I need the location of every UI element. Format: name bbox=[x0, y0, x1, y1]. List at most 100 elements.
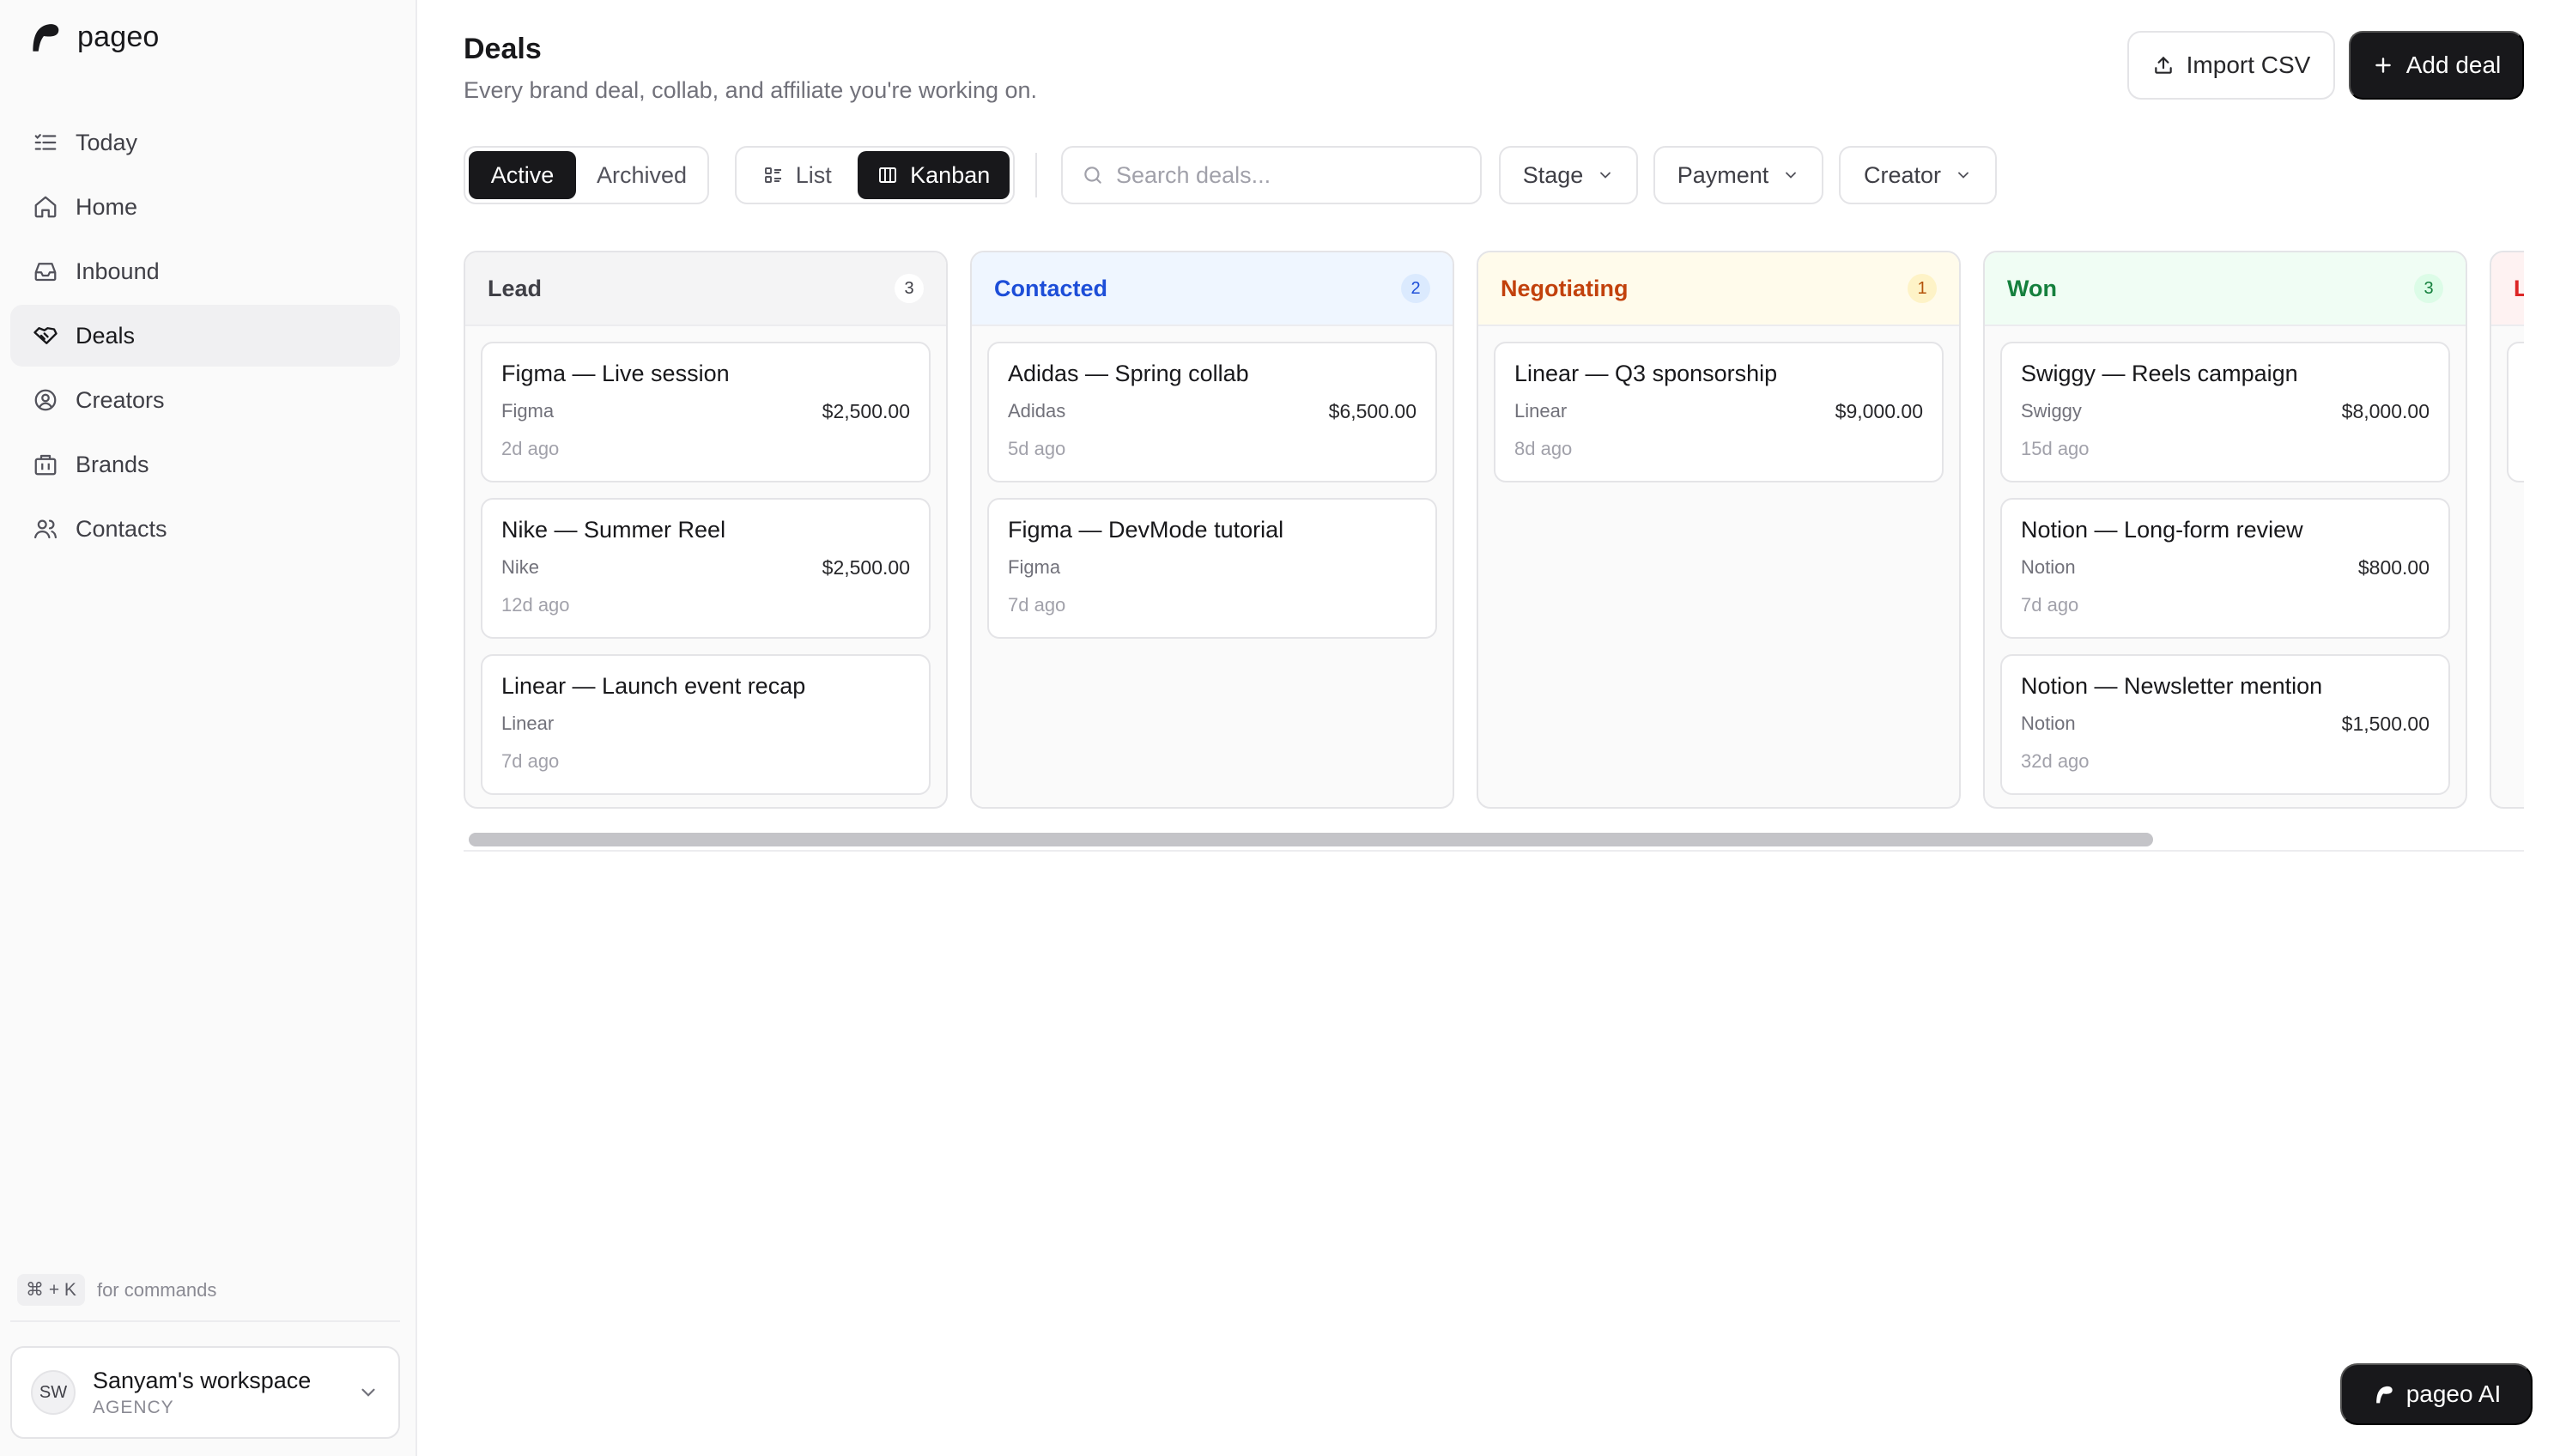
deal-card[interactable]: Notion — Newsletter mention Notion $1,50… bbox=[2000, 654, 2450, 795]
tab-label: Archived bbox=[597, 161, 688, 188]
deal-age: 8d ago bbox=[1514, 438, 1573, 459]
search-box[interactable] bbox=[1061, 146, 1482, 204]
column-count: 1 bbox=[1908, 274, 1937, 303]
workspace-info: Sanyam's workspace AGENCY bbox=[93, 1368, 340, 1418]
logo[interactable]: pageo bbox=[26, 19, 160, 55]
deal-brand: Adidas bbox=[1008, 400, 1066, 422]
scrollbar-thumb[interactable] bbox=[469, 833, 2153, 846]
sidebar-item-label: Today bbox=[76, 129, 138, 155]
filter-label: Stage bbox=[1522, 161, 1584, 188]
deal-brand: Notion bbox=[2021, 556, 2076, 578]
tab-archived[interactable]: Archived bbox=[579, 151, 704, 199]
sidebar-divider bbox=[10, 1320, 400, 1322]
sidebar-item-label: Creators bbox=[76, 386, 165, 413]
deal-title: Figma — Live session bbox=[501, 361, 730, 386]
payment-filter[interactable]: Payment bbox=[1653, 146, 1823, 204]
deal-card[interactable]: Notion — Long-form review Notion $800.00… bbox=[2000, 498, 2450, 639]
deal-brand: Figma bbox=[501, 400, 555, 422]
list-view-icon bbox=[764, 167, 781, 183]
card-list bbox=[2491, 326, 2524, 482]
horizontal-scrollbar[interactable] bbox=[464, 829, 2524, 852]
sidebar-item-creators[interactable]: Creators bbox=[10, 369, 400, 431]
column-title: L bbox=[2514, 276, 2524, 302]
deal-card[interactable] bbox=[2507, 342, 2524, 482]
tab-kanban-view[interactable]: Kanban bbox=[858, 151, 1010, 199]
sidebar-item-label: Contacts bbox=[76, 515, 167, 542]
deal-card[interactable]: Linear — Q3 sponsorship Linear $9,000.00… bbox=[1494, 342, 1944, 482]
deal-title: Adidas — Spring collab bbox=[1008, 361, 1249, 386]
column-header: Lead 3 bbox=[465, 252, 946, 326]
kanban-icon bbox=[879, 167, 897, 183]
pageo-ai-label: pageo AI bbox=[2405, 1380, 2502, 1407]
tab-active[interactable]: Active bbox=[469, 151, 577, 199]
filter-label: Payment bbox=[1677, 161, 1769, 188]
user-circle-icon bbox=[34, 389, 57, 411]
workspace-role: AGENCY bbox=[93, 1397, 174, 1417]
deal-title: Linear — Launch event recap bbox=[501, 673, 806, 699]
deal-age: 7d ago bbox=[2021, 594, 2079, 616]
command-hint: ⌘ + K for commands bbox=[17, 1274, 216, 1306]
column-count: 3 bbox=[2414, 274, 2443, 303]
main-content: Deals Every brand deal, collab, and affi… bbox=[419, 0, 2560, 1456]
column-title: Contacted bbox=[994, 275, 1108, 301]
chevron-down-icon bbox=[1958, 172, 1969, 179]
deal-brand: Figma bbox=[1008, 556, 1061, 578]
deal-amount: $800.00 bbox=[2357, 556, 2430, 579]
chevron-down-icon bbox=[361, 1388, 375, 1397]
kanban-board: Lead 3 Figma — Live session Figma $2,500… bbox=[464, 251, 2524, 810]
deal-amount: $9,000.00 bbox=[1835, 400, 1923, 422]
sidebar-nav: Today Home Inbound Deals Creators Brands… bbox=[10, 112, 400, 562]
add-deal-button[interactable]: Add deal bbox=[2349, 31, 2524, 100]
deal-card[interactable]: Nike — Summer Reel Nike $2,500.00 12d ag… bbox=[481, 498, 931, 639]
deal-amount: $2,500.00 bbox=[822, 556, 910, 579]
sidebar-item-home[interactable]: Home bbox=[10, 176, 400, 238]
deal-age: 5d ago bbox=[1008, 438, 1066, 459]
column-header: Won 3 bbox=[1985, 252, 2466, 326]
view-toggle: List Kanban bbox=[735, 146, 1015, 204]
workspace-switcher[interactable]: SW Sanyam's workspace AGENCY bbox=[10, 1346, 400, 1439]
card-list: Linear — Q3 sponsorship Linear $9,000.00… bbox=[1478, 326, 1959, 482]
sidebar-item-label: Brands bbox=[76, 451, 149, 477]
command-hint-text: for commands bbox=[96, 1278, 217, 1301]
sidebar-item-inbound[interactable]: Inbound bbox=[10, 240, 400, 302]
list-check-icon bbox=[34, 134, 57, 150]
column-contacted: Contacted 2 Adidas — Spring collab Adida… bbox=[970, 251, 1454, 809]
column-header: Negotiating 1 bbox=[1478, 252, 1959, 326]
tab-list-view[interactable]: List bbox=[740, 151, 854, 199]
sidebar: pageo Today Home Inbound Deals Creators … bbox=[0, 0, 417, 1456]
sidebar-item-today[interactable]: Today bbox=[10, 112, 400, 173]
inbox-icon bbox=[34, 263, 57, 282]
stage-filter[interactable]: Stage bbox=[1499, 146, 1638, 204]
deal-card[interactable]: Swiggy — Reels campaign Swiggy $8,000.00… bbox=[2000, 342, 2450, 482]
building-icon bbox=[34, 454, 57, 476]
deal-card[interactable]: Adidas — Spring collab Adidas $6,500.00 … bbox=[987, 342, 1437, 482]
deal-title: Swiggy — Reels campaign bbox=[2021, 361, 2298, 386]
sidebar-item-deals[interactable]: Deals bbox=[10, 305, 400, 367]
import-csv-label: Import CSV bbox=[2186, 52, 2311, 78]
page-title: Deals bbox=[464, 33, 542, 65]
column-title: Lead bbox=[488, 275, 543, 301]
search-input[interactable] bbox=[1116, 161, 1459, 189]
column-lost: L bbox=[2490, 251, 2524, 809]
import-csv-button[interactable]: Import CSV bbox=[2127, 31, 2335, 100]
deal-card[interactable]: Linear — Launch event recap Linear 7d ag… bbox=[481, 654, 931, 795]
pageo-ai-button[interactable]: pageo AI bbox=[2340, 1363, 2533, 1425]
deal-title: Nike — Summer Reel bbox=[501, 517, 726, 543]
creator-filter[interactable]: Creator bbox=[1839, 146, 1997, 204]
upload-icon bbox=[2154, 57, 2172, 74]
deal-brand: Linear bbox=[1514, 400, 1568, 422]
workspace-name: Sanyam's workspace bbox=[93, 1367, 312, 1393]
sidebar-item-label: Inbound bbox=[76, 258, 160, 284]
page-subtitle: Every brand deal, collab, and affiliate … bbox=[464, 77, 1038, 103]
filter-label: Creator bbox=[1863, 161, 1942, 188]
tab-label: Active bbox=[490, 161, 555, 188]
chevron-down-icon bbox=[1786, 172, 1797, 179]
deal-brand: Notion bbox=[2021, 713, 2076, 734]
column-won: Won 3 Swiggy — Reels campaign Swiggy $8,… bbox=[1983, 251, 2467, 809]
scope-toggle: Active Archived bbox=[464, 146, 709, 204]
deal-card[interactable]: Figma — DevMode tutorial Figma 7d ago bbox=[987, 498, 1437, 639]
sidebar-item-brands[interactable]: Brands bbox=[10, 434, 400, 495]
deal-card[interactable]: Figma — Live session Figma $2,500.00 2d … bbox=[481, 342, 931, 482]
sidebar-item-label: Deals bbox=[76, 322, 136, 349]
sidebar-item-contacts[interactable]: Contacts bbox=[10, 498, 400, 560]
